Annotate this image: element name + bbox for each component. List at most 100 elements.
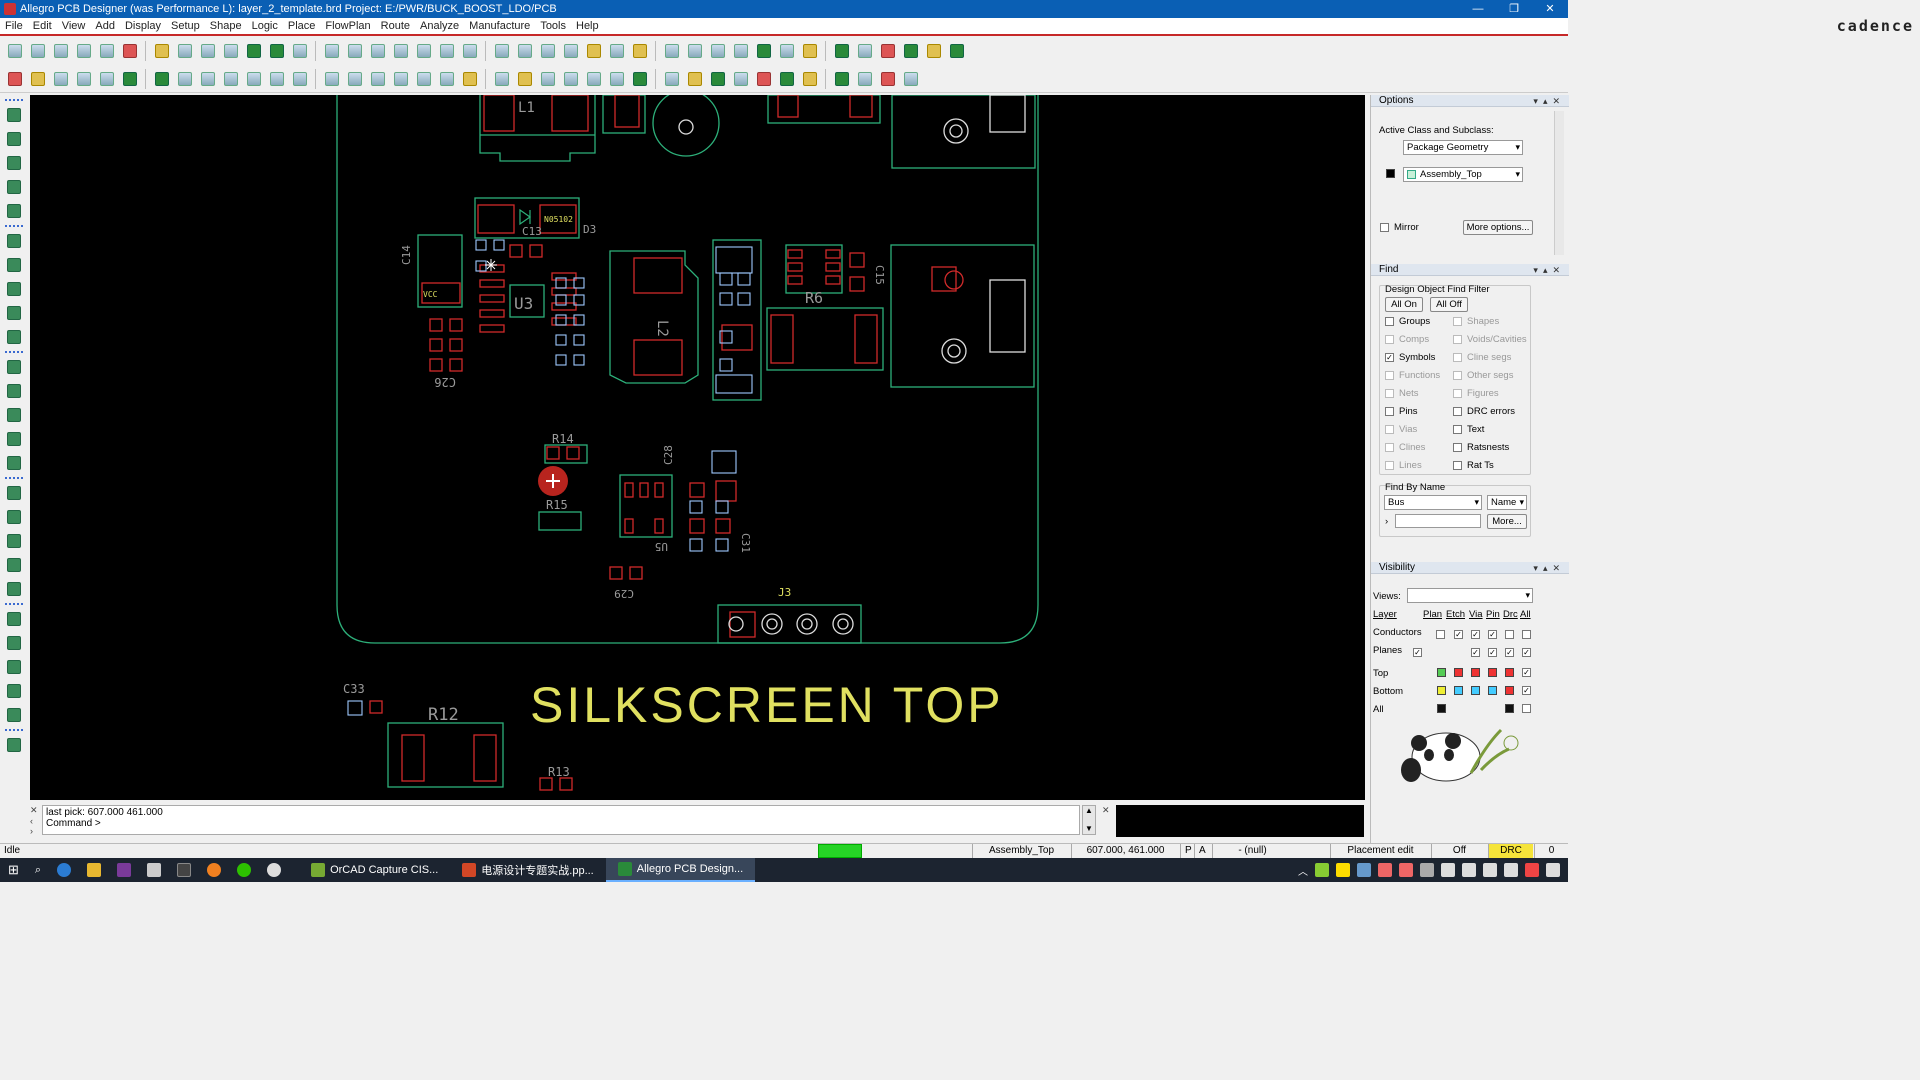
toolbar-tool-icon[interactable] <box>413 68 434 89</box>
find-checkbox-left-4[interactable] <box>1385 389 1394 398</box>
toolbar-tool-icon[interactable] <box>831 41 852 62</box>
left-tool-icon[interactable] <box>5 657 23 677</box>
find-checkbox-right-8[interactable] <box>1453 461 1462 470</box>
class-select[interactable]: Package Geometry <box>1403 140 1523 155</box>
menu-route[interactable]: Route <box>376 20 415 32</box>
layer-color-swatch[interactable] <box>1488 686 1497 695</box>
toolbar-tool-icon[interactable] <box>629 68 650 89</box>
toolbar-tool-icon[interactable] <box>243 68 264 89</box>
left-tool-icon[interactable] <box>5 735 23 755</box>
toolbar-tool-icon[interactable] <box>776 68 797 89</box>
left-tool-icon[interactable] <box>5 231 23 251</box>
toolbar-tool-icon[interactable] <box>266 68 287 89</box>
toolbar-tool-icon[interactable] <box>344 41 365 62</box>
left-tool-icon[interactable] <box>5 177 23 197</box>
left-tool-icon[interactable] <box>5 453 23 473</box>
left-tool-icon[interactable] <box>5 129 23 149</box>
toolbar-tool-icon[interactable] <box>436 41 457 62</box>
all-on-button[interactable]: All On <box>1385 297 1423 312</box>
left-tool-icon[interactable] <box>5 357 23 377</box>
toolbar-tool-icon[interactable] <box>220 41 241 62</box>
toolbar-tool-icon[interactable] <box>799 68 820 89</box>
world-view[interactable] <box>1116 805 1364 837</box>
search-app-icon[interactable] <box>199 858 229 882</box>
toolbar-tool-icon[interactable] <box>50 68 71 89</box>
find-checkbox-left-7[interactable] <box>1385 443 1394 452</box>
toolbar-tool-icon[interactable] <box>27 68 48 89</box>
visibility-checkbox[interactable] <box>1436 630 1445 639</box>
left-tool-icon[interactable] <box>5 153 23 173</box>
taskbar-app-2[interactable]: Allegro PCB Design... <box>605 858 756 882</box>
find-type-select[interactable]: Bus <box>1384 495 1482 510</box>
toolbar-tool-icon[interactable] <box>174 68 195 89</box>
left-tool-icon[interactable] <box>5 681 23 701</box>
maximize-button[interactable]: ❐ <box>1496 0 1532 18</box>
visibility-checkbox[interactable]: ✓ <box>1413 648 1422 657</box>
toolbar-tool-icon[interactable] <box>730 68 751 89</box>
app-icon-a[interactable] <box>139 858 169 882</box>
pcb-canvas[interactable]: L1 D3 C13 C14 U3 L2 R6 C15 C26 R14 R15 C… <box>30 95 1365 800</box>
calculator-icon[interactable] <box>169 858 199 882</box>
toolbar-tool-icon[interactable] <box>50 41 71 62</box>
menu-shape[interactable]: Shape <box>205 20 247 32</box>
layer-color-swatch[interactable] <box>1454 668 1463 677</box>
find-checkbox-right-2[interactable] <box>1453 353 1462 362</box>
toolbar-tool-icon[interactable] <box>877 68 898 89</box>
options-scrollbar[interactable] <box>1554 111 1564 255</box>
menu-place[interactable]: Place <box>283 20 321 32</box>
find-checkbox-right-7[interactable] <box>1453 443 1462 452</box>
layer-color-swatch[interactable] <box>1471 668 1480 677</box>
toolbar-tool-icon[interactable] <box>174 41 195 62</box>
taskbar-app-0[interactable]: OrCAD Capture CIS... <box>299 858 450 882</box>
visibility-checkbox[interactable]: ✓ <box>1488 648 1497 657</box>
toolbar-tool-icon[interactable] <box>491 68 512 89</box>
left-tool-icon[interactable] <box>5 555 23 575</box>
menu-view[interactable]: View <box>57 20 91 32</box>
visibility-checkbox[interactable]: ✓ <box>1454 630 1463 639</box>
layer-color-swatch[interactable] <box>1471 686 1480 695</box>
toolbar-tool-icon[interactable] <box>583 41 604 62</box>
toolbar-tool-icon[interactable] <box>583 68 604 89</box>
toolbar-tool-icon[interactable] <box>390 41 411 62</box>
left-tool-icon[interactable] <box>5 255 23 275</box>
layer-color-swatch[interactable] <box>1454 686 1463 695</box>
layer-color-swatch[interactable] <box>1488 668 1497 677</box>
toolbar-tool-icon[interactable] <box>854 41 875 62</box>
toolbar-tool-icon[interactable] <box>367 41 388 62</box>
layer-color-swatch[interactable] <box>1437 668 1446 677</box>
visibility-checkbox[interactable]: ✓ <box>1488 630 1497 639</box>
toolbar-tool-icon[interactable] <box>629 41 650 62</box>
command-scrollbar[interactable]: ▲ ▼ <box>1082 805 1096 835</box>
layer-color-swatch[interactable] <box>1505 668 1514 677</box>
toolbar-tool-icon[interactable] <box>321 41 342 62</box>
find-checkbox-right-6[interactable] <box>1453 425 1462 434</box>
find-checkbox-left-5[interactable] <box>1385 407 1394 416</box>
toolbar-tool-icon[interactable] <box>197 68 218 89</box>
visibility-checkbox[interactable]: ✓ <box>1471 630 1480 639</box>
toolbar-tool-icon[interactable] <box>900 41 921 62</box>
left-tool-icon[interactable] <box>5 279 23 299</box>
search-icon[interactable]: ⌕ <box>27 858 49 882</box>
close-button[interactable]: ✕ <box>1532 0 1568 18</box>
layer-color-swatch[interactable] <box>1505 686 1514 695</box>
toolbar-tool-icon[interactable] <box>946 41 967 62</box>
command-console[interactable]: last pick: 607.000 461.000 Command > <box>42 805 1080 835</box>
toolbar-tool-icon[interactable] <box>753 41 774 62</box>
toolbar-tool-icon[interactable] <box>730 41 751 62</box>
toolbar-tool-icon[interactable] <box>900 68 921 89</box>
explorer-icon[interactable] <box>79 858 109 882</box>
toolbar-tool-icon[interactable] <box>27 41 48 62</box>
toolbar-tool-icon[interactable] <box>4 41 25 62</box>
more-options-button[interactable]: More options... <box>1463 220 1533 235</box>
layer-all-checkbox[interactable]: ✓ <box>1522 686 1531 695</box>
left-tool-icon[interactable] <box>5 579 23 599</box>
find-more-button[interactable]: More... <box>1487 514 1527 529</box>
toolbar-tool-icon[interactable] <box>831 68 852 89</box>
left-tool-icon[interactable] <box>5 201 23 221</box>
toolbar-tool-icon[interactable] <box>684 41 705 62</box>
layer-color-swatch[interactable] <box>1437 686 1446 695</box>
toolbar-tool-icon[interactable] <box>96 68 117 89</box>
subclass-select[interactable]: Assembly_Top <box>1403 167 1523 182</box>
layer-color-swatch[interactable] <box>1437 704 1446 713</box>
start-button[interactable]: ⊞ <box>0 858 27 882</box>
